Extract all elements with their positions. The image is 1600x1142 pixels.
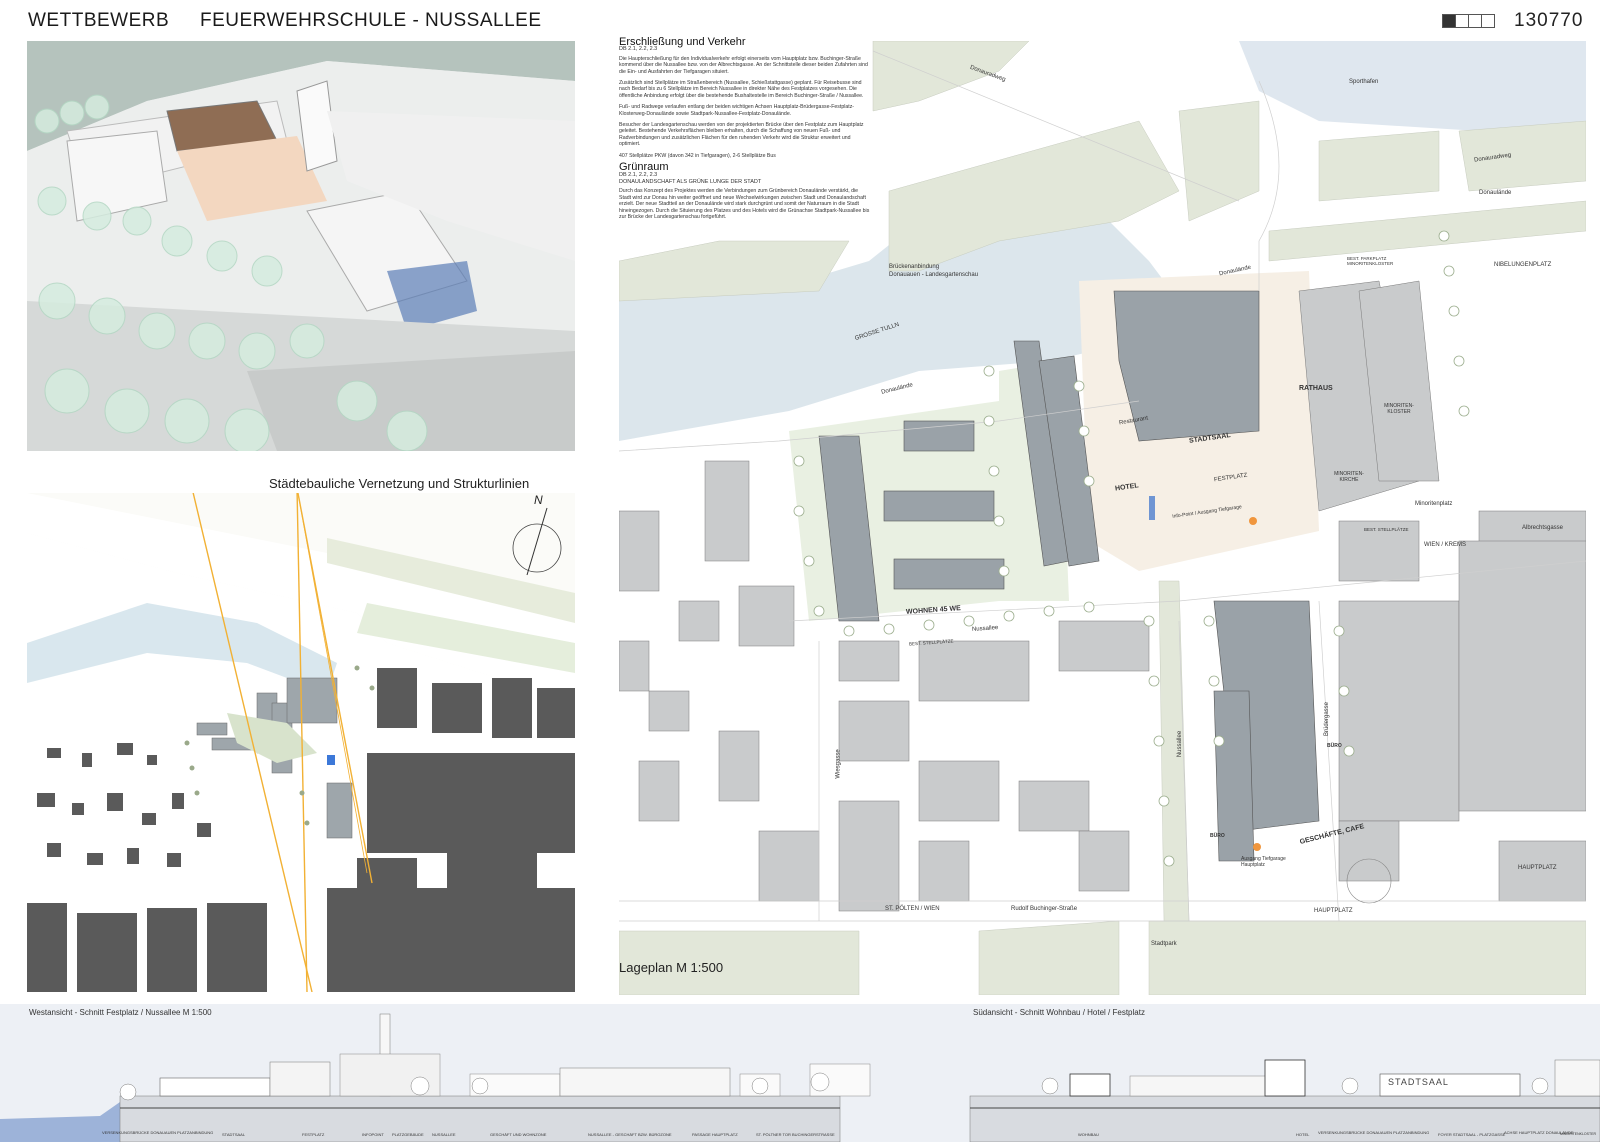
progress-boxes <box>1442 14 1495 28</box>
label-donaulaende-right: Donaulände <box>1479 190 1512 196</box>
west-label: GESCHÄFT UND WOHNZONE <box>490 1132 547 1137</box>
stadtsaal-sign: STADTSAAL <box>1388 1077 1449 1087</box>
label-nibelungenplatz: NIBELUNGENPLATZ <box>1494 262 1552 268</box>
south-label: FOYER STADTSAAL - PLATZGASSE <box>1438 1132 1506 1137</box>
project-title: FEUERWEHRSCHULE - NUSSALLEE <box>200 10 542 31</box>
site-plan: Donauradweg Sporthafen Donauradweg Donau… <box>619 41 1586 995</box>
label-wien-krems: WIEN / KREMS <box>1424 542 1467 548</box>
site-plan-title: Lageplan M 1:500 <box>619 960 724 975</box>
label-rathaus: RATHAUS <box>1299 385 1333 392</box>
network-plan: N <box>27 493 575 992</box>
west-label: FESTPLATZ <box>302 1132 325 1137</box>
south-label: HOTEL <box>1296 1132 1310 1137</box>
label-minoritenkirche: MINORITEN-KIRCHE <box>1334 471 1364 483</box>
label-hauptplatz-arrow: HAUPTPLATZ <box>1314 908 1353 914</box>
south-label: MINORITENKLOSTER <box>1560 1132 1596 1136</box>
label-buero-2: BÜRO <box>1210 833 1225 839</box>
west-label: ST. PÖLTNER TOR BUCHINGERSTRASSE <box>756 1132 835 1137</box>
west-label: NUSSALLEE <box>432 1132 456 1137</box>
label-buero-1: BÜRO <box>1327 743 1342 749</box>
aerial-render <box>27 41 575 451</box>
label-brueckenanbindung: Brückenanbindung <box>889 264 940 270</box>
west-elevation-title: Westansicht - Schnitt Festplatz / Nussal… <box>29 1008 212 1017</box>
label-wiesgasse: Wiesgasse <box>835 749 842 779</box>
label-ausgang: Ausgang Tiefgarage Hauptplatz <box>1241 856 1286 868</box>
label-sporthafen: Sporthafen <box>1349 79 1379 85</box>
west-label: PLATZGEBÄUDE <box>392 1132 424 1137</box>
label-hauptplatz: HAUPTPLATZ <box>1518 865 1557 871</box>
label-best-stellplaetze: BEST. STELLPLÄTZE <box>1364 527 1409 532</box>
label-minoritenkloster: MINORITEN-KLOSTER <box>1384 403 1414 415</box>
label-buchinger-strasse: Rudolf Buchinger-Straße <box>1011 906 1078 912</box>
west-label: INFOPOINT <box>362 1132 384 1137</box>
west-label: NUSSALLEE - GESCHÄFT BZW. BÜROZONE <box>588 1132 672 1137</box>
label-nussallee-vertical: Nussallee <box>1177 730 1184 758</box>
west-label: VERSENKUNGSBRÜCKE DONAUAUEN PLATZANBINDU… <box>102 1130 214 1135</box>
north-arrow-label: N <box>534 493 543 507</box>
south-label: VERSENKUNGSBRÜCKE DONAUAUEN PLATZANBINDU… <box>1318 1130 1430 1135</box>
south-label: WOHNBAU <box>1078 1132 1099 1137</box>
label-landesgartenschau: Donauauen - Landesgartenschau <box>889 272 979 278</box>
label-bruedergasse: Brüdergasse <box>1324 701 1331 737</box>
west-label: STADTSAAL <box>222 1132 246 1137</box>
competition-label: WETTBEWERB <box>28 10 170 31</box>
network-plan-title: Städtebauliche Vernetzung und Strukturli… <box>269 476 530 491</box>
elevations-strip: Westansicht - Schnitt Festplatz / Nussal… <box>0 1004 1600 1142</box>
label-albrechtsgasse: Albrechtsgasse <box>1522 525 1564 531</box>
entry-number: 130770 <box>1514 10 1584 31</box>
label-st-poelten: ST. PÖLTEN / WIEN <box>885 906 940 912</box>
label-best-parkplatz: BEST. PARKPLATZ MINORITENKLOSTER <box>1347 256 1394 266</box>
label-minoritenplatz: Minoritenplatz <box>1415 501 1453 507</box>
label-stadtpark: Stadtpark <box>1151 941 1177 947</box>
south-elevation-title: Südansicht - Schnitt Wohnbau / Hotel / F… <box>973 1008 1145 1017</box>
west-label: PASSAGE HAUPTPLATZ <box>692 1132 738 1137</box>
